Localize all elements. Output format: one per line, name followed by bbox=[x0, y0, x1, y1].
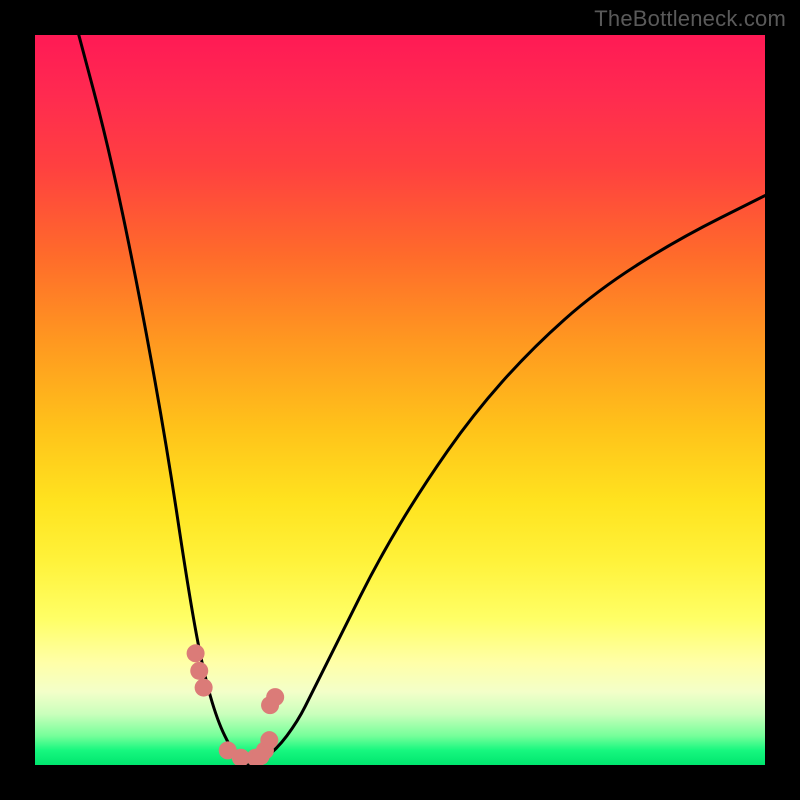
chart-frame: TheBottleneck.com bbox=[0, 0, 800, 800]
attribution-text: TheBottleneck.com bbox=[594, 6, 786, 32]
data-marker bbox=[260, 731, 278, 749]
bottleneck-curve bbox=[79, 35, 765, 765]
curve-layer bbox=[35, 35, 765, 765]
data-marker bbox=[190, 662, 208, 680]
data-marker bbox=[187, 644, 205, 662]
data-marker bbox=[195, 679, 213, 697]
data-marker bbox=[266, 688, 284, 706]
plot-area bbox=[35, 35, 765, 765]
